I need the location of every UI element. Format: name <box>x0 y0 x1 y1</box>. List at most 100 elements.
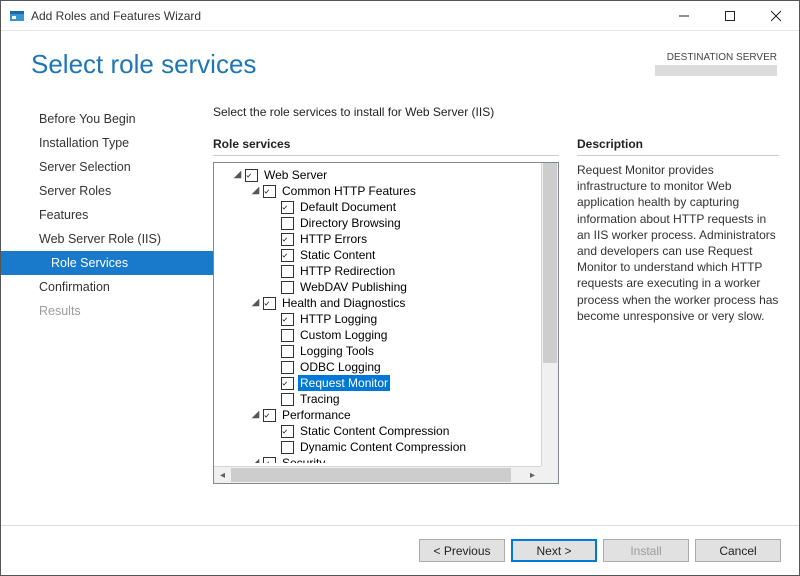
wizard-step: Results <box>1 299 213 323</box>
tree-node-label[interactable]: Custom Logging <box>298 327 389 343</box>
tree-node[interactable]: Directory Browsing <box>218 215 558 231</box>
wizard-content: Select the role services to install for … <box>213 97 779 525</box>
tree-node[interactable]: HTTP Errors <box>218 231 558 247</box>
tree-node-label[interactable]: HTTP Logging <box>298 311 379 327</box>
collapse-icon[interactable]: ◢ <box>250 458 261 464</box>
wizard-step[interactable]: Confirmation <box>1 275 213 299</box>
tree-node-label[interactable]: Common HTTP Features <box>280 183 418 199</box>
collapse-icon[interactable]: ◢ <box>250 410 261 421</box>
checkbox[interactable] <box>281 377 294 390</box>
checkbox[interactable] <box>281 281 294 294</box>
window-controls <box>661 1 799 30</box>
wizard-step[interactable]: Server Roles <box>1 179 213 203</box>
collapse-icon[interactable]: ◢ <box>232 170 243 181</box>
role-services-tree[interactable]: ◢Web Server◢Common HTTP FeaturesDefault … <box>213 162 559 484</box>
minimize-button[interactable] <box>661 1 707 30</box>
checkbox[interactable] <box>281 329 294 342</box>
checkbox[interactable] <box>281 249 294 262</box>
wizard-step[interactable]: Before You Begin <box>1 107 213 131</box>
collapse-icon[interactable]: ◢ <box>250 298 261 309</box>
description-text: Request Monitor provides infrastructure … <box>577 162 779 324</box>
checkbox[interactable] <box>263 297 276 310</box>
checkbox[interactable] <box>263 409 276 422</box>
tree-node[interactable]: Static Content <box>218 247 558 263</box>
tree-node-label[interactable]: HTTP Redirection <box>298 263 397 279</box>
horizontal-scrollbar[interactable]: ◂ ▸ <box>214 466 558 483</box>
checkbox[interactable] <box>263 185 276 198</box>
tree-node-label[interactable]: HTTP Errors <box>298 231 369 247</box>
wizard-step[interactable]: Web Server Role (IIS) <box>1 227 213 251</box>
page-title: Select role services <box>31 49 256 80</box>
intro-text: Select the role services to install for … <box>213 105 779 119</box>
tree-node[interactable]: Dynamic Content Compression <box>218 439 558 455</box>
tree-node[interactable]: Static Content Compression <box>218 423 558 439</box>
tree-node[interactable]: ◢ Common HTTP Features <box>218 183 558 199</box>
wizard-step[interactable]: Role Services <box>1 251 213 275</box>
collapse-icon[interactable]: ◢ <box>250 186 261 197</box>
checkbox[interactable] <box>281 361 294 374</box>
tree-node[interactable]: WebDAV Publishing <box>218 279 558 295</box>
checkbox[interactable] <box>281 217 294 230</box>
tree-node-label[interactable]: Directory Browsing <box>298 215 403 231</box>
vertical-scrollbar[interactable] <box>541 163 558 466</box>
install-button[interactable]: Install <box>603 539 689 562</box>
tree-node[interactable]: ODBC Logging <box>218 359 558 375</box>
tree-node[interactable]: Default Document <box>218 199 558 215</box>
tree-node-label[interactable]: Security <box>280 455 327 463</box>
maximize-button[interactable] <box>707 1 753 30</box>
role-services-heading: Role services <box>213 137 559 156</box>
scroll-corner <box>541 466 558 483</box>
tree-node[interactable]: ◢ Performance <box>218 407 558 423</box>
tree-node-label[interactable]: Default Document <box>298 199 398 215</box>
destination-server-label: DESTINATION SERVER <box>655 52 777 63</box>
checkbox[interactable] <box>281 425 294 438</box>
tree-node-label[interactable]: Tracing <box>298 391 342 407</box>
wizard-step[interactable]: Features <box>1 203 213 227</box>
window-title: Add Roles and Features Wizard <box>31 9 661 23</box>
tree-node-label[interactable]: Health and Diagnostics <box>280 295 407 311</box>
scroll-left-arrow[interactable]: ◂ <box>214 467 231 483</box>
cancel-button[interactable]: Cancel <box>695 539 781 562</box>
tree-node[interactable]: Logging Tools <box>218 343 558 359</box>
description-heading: Description <box>577 137 779 156</box>
checkbox[interactable] <box>245 169 258 182</box>
tree-node[interactable]: HTTP Redirection <box>218 263 558 279</box>
tree-node-label[interactable]: Web Server <box>262 167 329 183</box>
next-button[interactable]: Next > <box>511 539 597 562</box>
tree-node[interactable]: ◢ Security <box>218 455 558 463</box>
tree-node-label[interactable]: ODBC Logging <box>298 359 383 375</box>
tree-node-label[interactable]: Logging Tools <box>298 343 376 359</box>
checkbox[interactable] <box>281 265 294 278</box>
tree-node[interactable]: HTTP Logging <box>218 311 558 327</box>
tree-node-label[interactable]: Dynamic Content Compression <box>298 439 468 455</box>
checkbox[interactable] <box>281 201 294 214</box>
tree-node-label[interactable]: Performance <box>280 407 353 423</box>
wizard-header: Select role services DESTINATION SERVER <box>1 31 799 97</box>
previous-button[interactable]: < Previous <box>419 539 505 562</box>
tree-node-label[interactable]: Static Content Compression <box>298 423 451 439</box>
horizontal-scroll-thumb[interactable] <box>231 468 511 482</box>
checkbox[interactable] <box>281 441 294 454</box>
app-icon <box>9 8 25 24</box>
wizard-steps-sidebar: Before You BeginInstallation TypeServer … <box>1 97 213 525</box>
tree-node[interactable]: Tracing <box>218 391 558 407</box>
tree-node-label[interactable]: Static Content <box>298 247 377 263</box>
wizard-step[interactable]: Installation Type <box>1 131 213 155</box>
tree-node[interactable]: ◢ Web Server <box>218 167 558 183</box>
title-bar: Add Roles and Features Wizard <box>1 1 799 31</box>
checkbox[interactable] <box>281 233 294 246</box>
tree-node-label[interactable]: Request Monitor <box>298 375 390 391</box>
wizard-step[interactable]: Server Selection <box>1 155 213 179</box>
tree-node[interactable]: ◢ Health and Diagnostics <box>218 295 558 311</box>
checkbox[interactable] <box>263 457 276 464</box>
checkbox[interactable] <box>281 345 294 358</box>
tree-node-label[interactable]: WebDAV Publishing <box>298 279 409 295</box>
tree-node[interactable]: Custom Logging <box>218 327 558 343</box>
checkbox[interactable] <box>281 393 294 406</box>
tree-node[interactable]: Request Monitor <box>218 375 558 391</box>
scroll-right-arrow[interactable]: ▸ <box>524 467 541 483</box>
close-button[interactable] <box>753 1 799 30</box>
vertical-scroll-thumb[interactable] <box>543 163 557 363</box>
wizard-body: Before You BeginInstallation TypeServer … <box>1 97 799 525</box>
checkbox[interactable] <box>281 313 294 326</box>
